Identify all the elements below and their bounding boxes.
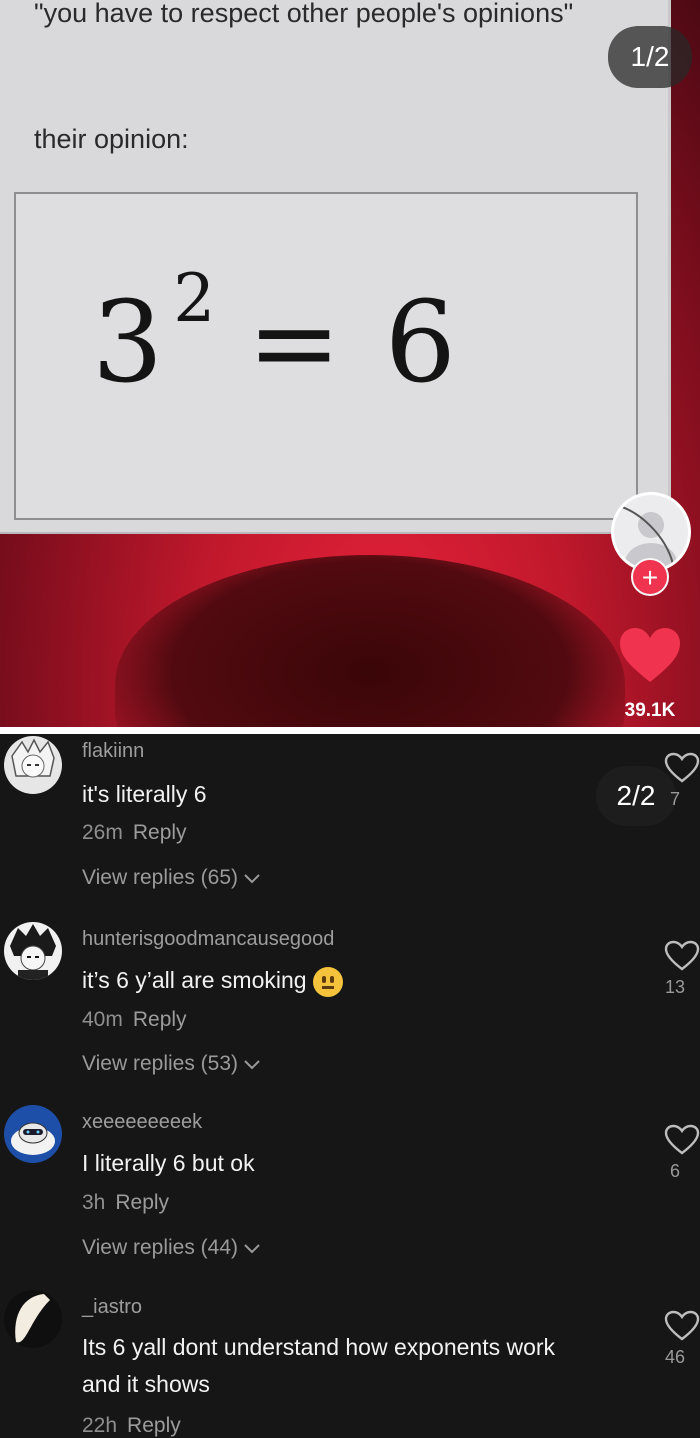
comment-time: 3h	[82, 1191, 106, 1214]
chevron-down-icon	[244, 1236, 260, 1260]
view-replies-button[interactable]: View replies (44)	[82, 1236, 260, 1260]
comment-meta: 40m Reply	[82, 1008, 187, 1032]
comment-meta: 22h Reply	[82, 1414, 181, 1438]
follow-button[interactable]: +	[631, 558, 669, 596]
equation-base: 3	[92, 278, 168, 408]
comment-meta: 26m Reply	[82, 821, 187, 845]
comment-text: it's literally 6	[82, 781, 207, 807]
reply-button[interactable]: Reply	[115, 1191, 169, 1214]
slide-card: "you have to respect other people's opin…	[0, 0, 671, 534]
view-replies-label: View replies (65)	[82, 866, 239, 889]
comments-panel: 2/2 flakiinn it's literally 6 26m Reply V…	[0, 734, 700, 1437]
opinion-label: their opinion:	[34, 124, 189, 154]
comment-text-body: it’s 6 y’all are smoking	[82, 967, 307, 993]
comment-like-count: 13	[664, 977, 686, 997]
equation: 32 = 6	[92, 260, 460, 408]
view-replies-button[interactable]: View replies (65)	[82, 866, 260, 890]
anime-avatar-icon	[10, 924, 56, 980]
comment-like-count: 7	[669, 789, 680, 809]
image-divider	[0, 727, 700, 734]
robot-avatar-icon	[11, 1122, 55, 1155]
avatar[interactable]	[4, 736, 62, 794]
view-replies-label: View replies (53)	[82, 1052, 239, 1075]
comment-meta: 3h Reply	[82, 1191, 169, 1215]
heart-outline-icon[interactable]	[664, 1124, 700, 1156]
comment-username[interactable]: _iastro	[82, 1296, 142, 1319]
comment-username[interactable]: flakiinn	[82, 740, 144, 763]
comment-text: it’s 6 y’all are smoking	[82, 962, 592, 999]
page-indicator: 1/2	[608, 26, 692, 88]
comment-time: 40m	[82, 1008, 123, 1031]
crescent-avatar-icon	[15, 1294, 50, 1343]
quote-text: "you have to respect other people's opin…	[34, 0, 574, 28]
neutral-face-emoji-icon	[312, 966, 343, 997]
comment-text: I literally 6 but ok	[82, 1150, 255, 1176]
avatar[interactable]	[4, 1290, 62, 1348]
video-frame[interactable]: "you have to respect other people's opin…	[0, 0, 700, 727]
comment-like-count: 46	[664, 1347, 686, 1367]
chevron-down-icon	[244, 866, 260, 890]
comment-username[interactable]: xeeeeeeeeek	[82, 1111, 202, 1134]
equation-rest: = 6	[247, 278, 460, 408]
heart-outline-icon[interactable]	[664, 752, 700, 784]
avatar[interactable]	[4, 922, 62, 980]
heart-icon[interactable]	[618, 626, 682, 684]
equation-box: 32 = 6	[14, 192, 638, 520]
heart-outline-icon[interactable]	[664, 1310, 700, 1342]
person-head-silhouette	[115, 555, 625, 727]
view-replies-label: View replies (44)	[82, 1236, 239, 1259]
chevron-down-icon	[244, 1052, 260, 1076]
equation-exponent: 2	[173, 260, 220, 337]
like-count: 39.1K	[624, 700, 676, 721]
comment-text: Its 6 yall dont understand how exponents…	[82, 1334, 556, 1397]
avatar[interactable]	[4, 1105, 62, 1163]
comment-username[interactable]: hunterisgoodmancausegood	[82, 928, 334, 951]
reply-button[interactable]: Reply	[133, 821, 187, 844]
anime-avatar-icon	[11, 738, 55, 778]
heart-outline-icon[interactable]	[664, 940, 700, 972]
comment-time: 26m	[82, 821, 123, 844]
view-replies-button[interactable]: View replies (53)	[82, 1052, 260, 1076]
comment-like-count: 6	[669, 1161, 680, 1181]
reply-button[interactable]: Reply	[133, 1008, 187, 1031]
comment-time: 22h	[82, 1414, 118, 1437]
reply-button[interactable]: Reply	[127, 1414, 181, 1437]
